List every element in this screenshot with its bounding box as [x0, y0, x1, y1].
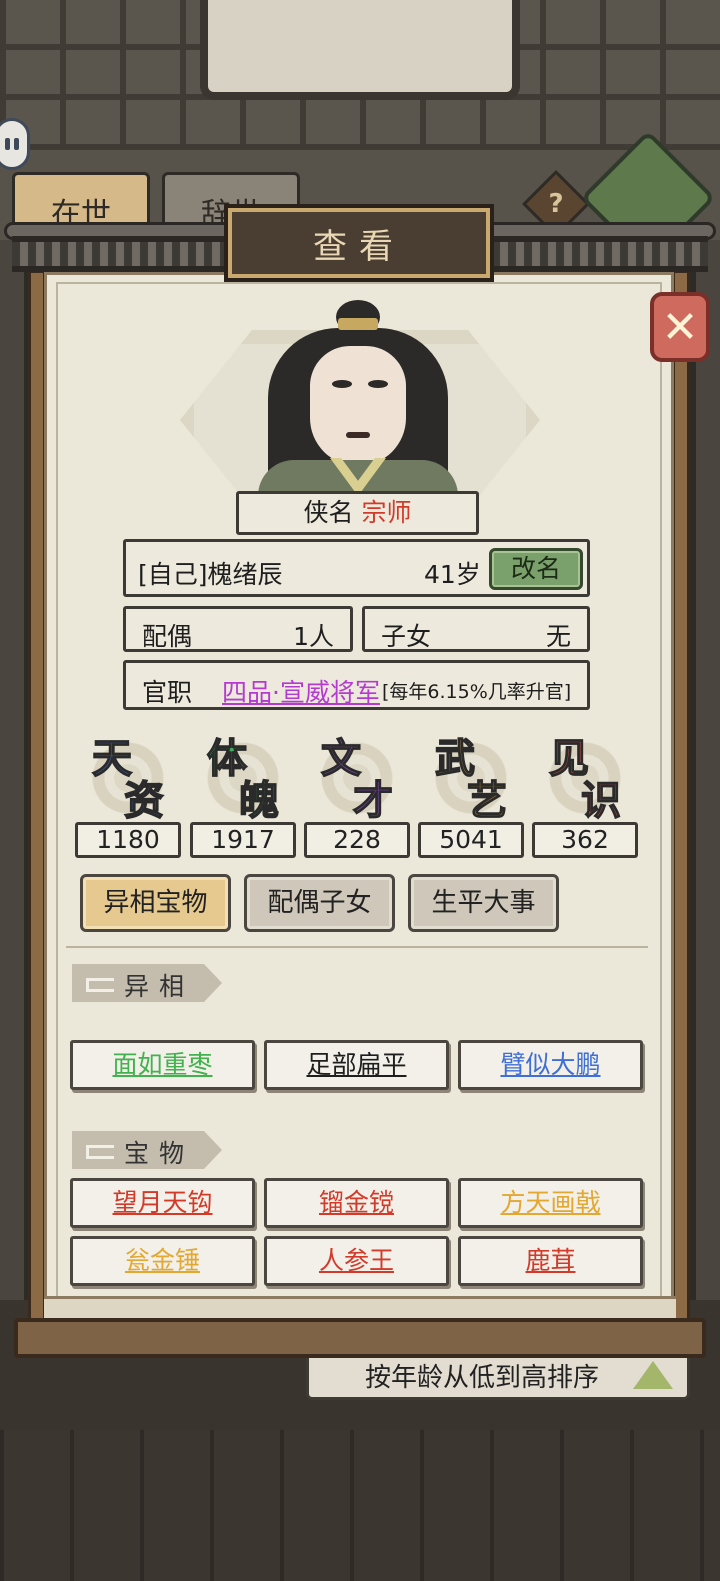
- stat-label-char-2: 艺: [466, 776, 508, 825]
- stat-martial: 武 艺 5041: [418, 726, 524, 858]
- stat-value: 362: [532, 822, 638, 858]
- stat-label-char-2: 魄: [238, 776, 280, 825]
- treasures-section-label: 宝物: [124, 1139, 195, 1168]
- treasure-chip[interactable]: 瓮金锤: [70, 1236, 255, 1286]
- office-label: 官职: [142, 678, 193, 707]
- stat-value: 1180: [75, 822, 181, 858]
- spouse-value: 1人: [293, 622, 334, 651]
- hero-title-value: 宗师: [361, 498, 412, 527]
- avatar-mouth: [346, 432, 370, 438]
- hero-title-box: 侠名 宗师: [236, 491, 479, 535]
- treasures-section-heading: 宝物: [72, 1131, 222, 1169]
- treasure-chip[interactable]: 鹿茸: [458, 1236, 643, 1286]
- office-box: 官职 四品·宣威将军 [每年6.15%几率升官]: [123, 660, 590, 710]
- scroll-pole-right: [672, 270, 690, 1330]
- trait-chip[interactable]: 足部扁平: [264, 1040, 449, 1090]
- treasure-chip[interactable]: 望月天钩: [70, 1178, 255, 1228]
- avatar-eye-left: [332, 380, 352, 388]
- children-label: 子女: [381, 622, 432, 651]
- section-fret-icon: [86, 1145, 114, 1159]
- traits-section-heading: 异相: [72, 964, 222, 1002]
- close-icon: ✕: [661, 301, 699, 353]
- children-value: 无: [545, 622, 571, 651]
- stat-knowledge: 见 识 362: [532, 726, 638, 858]
- trait-chip[interactable]: 面如重枣: [70, 1040, 255, 1090]
- traits-section-label: 异相: [124, 972, 195, 1001]
- background-painting: [200, 0, 520, 100]
- stat-value: 1917: [190, 822, 296, 858]
- hero-title-label: 侠名: [303, 498, 354, 527]
- tab-spouse-children[interactable]: 配偶子女: [244, 874, 395, 932]
- treasure-chip[interactable]: 镏金镋: [264, 1178, 449, 1228]
- tab-life-events[interactable]: 生平大事: [408, 874, 559, 932]
- sort-triangle-icon: [633, 1361, 673, 1389]
- chat-bubble-icon[interactable]: [0, 118, 30, 170]
- avatar: [258, 300, 458, 496]
- background-side-left: [0, 240, 24, 1340]
- close-button[interactable]: ✕: [650, 292, 710, 362]
- avatar-face: [310, 346, 406, 466]
- spouse-label: 配偶: [142, 622, 193, 651]
- hero-name-box: [自己]槐绪辰 41岁 改名: [123, 539, 590, 597]
- stat-value: 5041: [418, 822, 524, 858]
- treasure-chip[interactable]: 方天画戟: [458, 1178, 643, 1228]
- children-box: 子女 无: [362, 606, 590, 652]
- stat-literary: 文 才 228: [304, 726, 410, 858]
- trait-chip[interactable]: 臂似大鹏: [458, 1040, 643, 1090]
- rename-button[interactable]: 改名: [489, 548, 583, 590]
- hero-age: 41岁: [424, 560, 481, 589]
- section-divider: [66, 946, 648, 952]
- stat-label-char-2: 资: [123, 776, 165, 825]
- stat-label-char-2: 才: [352, 776, 394, 825]
- background-planks: [0, 1430, 720, 1581]
- treasure-chip[interactable]: 人参王: [264, 1236, 449, 1286]
- stat-label-char-2: 识: [580, 776, 622, 825]
- tab-traits-treasures[interactable]: 异相宝物: [80, 874, 231, 932]
- help-glyph: ?: [548, 189, 564, 219]
- dialog-title: 查看: [313, 226, 405, 267]
- stat-value: 228: [304, 822, 410, 858]
- background-side-right: [696, 240, 720, 1340]
- hero-name: [自己]槐绪辰: [138, 560, 283, 589]
- office-promotion-note: [每年6.15%几率升官]: [382, 681, 572, 703]
- stat-talent: 天 资 1180: [75, 726, 181, 858]
- sort-label: 按年龄从低到高排序: [365, 1363, 600, 1393]
- spouse-box: 配偶 1人: [123, 606, 353, 652]
- section-fret-icon: [86, 978, 114, 992]
- dialog-title-plaque: 查看: [224, 204, 494, 282]
- stat-physique: 体 魄 1917: [190, 726, 296, 858]
- office-title-link[interactable]: 四品·宣威将军: [222, 673, 380, 709]
- avatar-eye-right: [368, 380, 388, 388]
- avatar-hair-crown: [338, 318, 378, 330]
- scroll-bottom-rod: [14, 1318, 706, 1358]
